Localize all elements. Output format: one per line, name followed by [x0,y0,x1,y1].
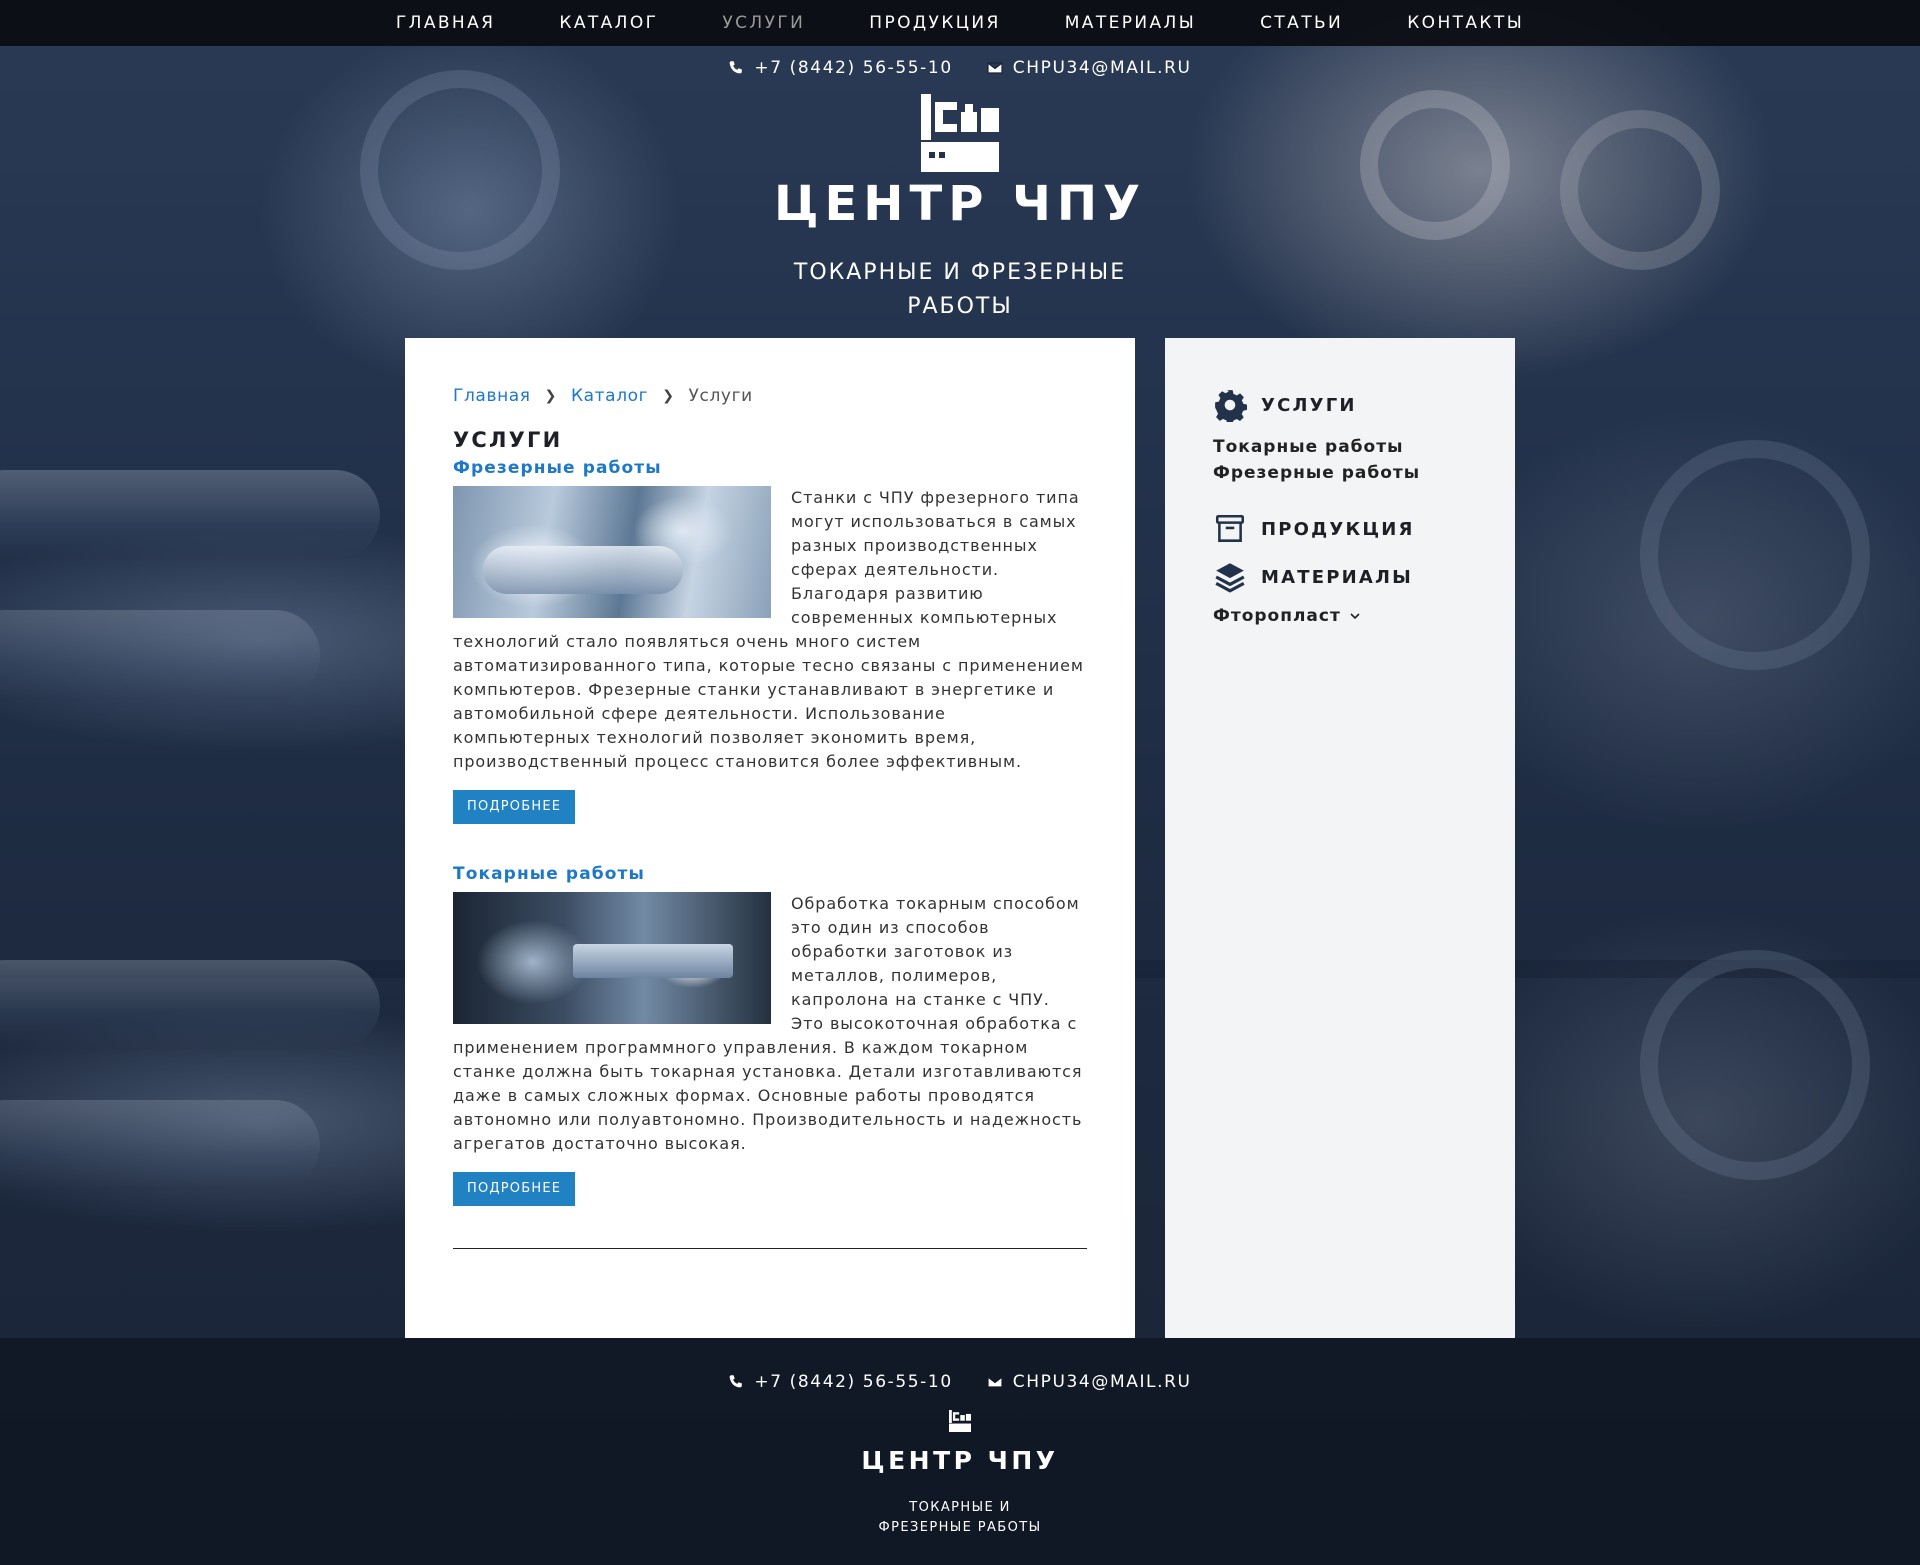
envelope-icon [987,1376,1003,1388]
gear-icon [1215,390,1247,422]
footer-email[interactable]: CHPU34@MAIL.RU [987,1372,1192,1392]
cnc-logo-icon[interactable] [949,1410,971,1432]
footer-phone-text: +7 (8442) 56-55-10 [754,1372,953,1392]
nav-item-materials[interactable]: МАТЕРИАЛЫ [1033,13,1228,33]
breadcrumb-current: Услуги [688,386,753,406]
phone-icon [729,61,743,74]
nav-item-services[interactable]: УСЛУГИ [690,13,837,33]
service-image-turning[interactable] [453,892,771,1024]
service-body: Обработка токарным способом это один из … [453,892,1087,1156]
more-button-milling[interactable]: ПОДРОБНЕЕ [453,790,576,824]
header-phone[interactable]: +7 (8442) 56-55-10 [728,58,952,78]
nav-item-contacts[interactable]: КОНТАКТЫ [1375,13,1556,33]
sidebar-heading-services[interactable]: УСЛУГИ [1213,388,1515,422]
nav-item-catalog[interactable]: КАТАЛОГ [527,13,690,33]
sidebar-heading-products[interactable]: ПРОДУКЦИЯ [1213,512,1515,546]
page-title: УСЛУГИ [453,428,563,452]
sidebar-link-turning[interactable]: Токарные работы [1213,434,1515,460]
service-card-milling: Фрезерные работы Станки с ЧПУ фрезерного… [453,458,1087,824]
breadcrumb-catalog[interactable]: Каталог [571,386,648,406]
service-title-milling[interactable]: Фрезерные работы [453,458,1087,478]
footer-title: ЦЕНТР ЧПУ [861,1446,1059,1475]
sidebar-heading-materials[interactable]: МАТЕРИАЛЫ [1213,560,1515,594]
breadcrumb: Главная ❯ Каталог ❯ Услуги [453,386,1087,406]
sidebar-materials-dropdown[interactable]: Фторопласт [1213,606,1515,626]
sidebar-services-list: Токарные работы Фрезерные работы [1213,434,1515,486]
sidebar-heading-products-label: ПРОДУКЦИЯ [1261,518,1415,540]
site-title: ЦЕНТР ЧПУ [773,176,1147,232]
layers-icon [1215,563,1245,593]
content-divider [453,1248,1087,1249]
service-card-turning: Токарные работы Обработка токарным спосо… [453,864,1087,1206]
service-body: Станки с ЧПУ фрезерного типа могут испол… [453,486,1087,774]
header-contacts: +7 (8442) 56-55-10 CHPU34@MAIL.RU [0,58,1920,78]
breadcrumb-home[interactable]: Главная [453,386,531,406]
main-content: Главная ❯ Каталог ❯ Услуги УСЛУГИ Фрезер… [405,338,1135,1338]
site-subtitle: ТОКАРНЫЕ И ФРЕЗЕРНЫЕ РАБОТЫ [793,260,1127,319]
footer-contacts: +7 (8442) 56-55-10 CHPU34@MAIL.RU [0,1372,1920,1392]
chevron-right-icon: ❯ [544,388,557,404]
header-email[interactable]: CHPU34@MAIL.RU [987,58,1192,78]
main-nav: ГЛАВНАЯ КАТАЛОГ УСЛУГИ ПРОДУКЦИЯ МАТЕРИА… [0,0,1920,46]
sidebar-link-milling[interactable]: Фрезерные работы [1213,460,1515,486]
phone-icon [729,1375,743,1388]
footer: +7 (8442) 56-55-10 CHPU34@MAIL.RU ЦЕНТР … [0,1338,1920,1565]
nav-item-articles[interactable]: СТАТЬИ [1228,13,1375,33]
chevron-right-icon: ❯ [662,388,675,404]
nav-item-home[interactable]: ГЛАВНАЯ [364,13,527,33]
footer-email-text: CHPU34@MAIL.RU [1012,1372,1192,1392]
header-email-text: CHPU34@MAIL.RU [1012,58,1192,78]
header-phone-text: +7 (8442) 56-55-10 [754,58,953,78]
nav-item-products[interactable]: ПРОДУКЦИЯ [837,13,1032,33]
footer-phone[interactable]: +7 (8442) 56-55-10 [728,1372,952,1392]
more-button-turning[interactable]: ПОДРОБНЕЕ [453,1172,576,1206]
cnc-logo-icon[interactable] [921,94,999,172]
sidebar: УСЛУГИ Токарные работы Фрезерные работы … [1165,338,1515,1338]
archive-box-icon [1215,514,1245,542]
footer-subtitle: ТОКАРНЫЕ И ФРЕЗЕРНЫЕ РАБОТЫ [878,1500,1042,1535]
service-image-milling[interactable] [453,486,771,618]
sidebar-heading-materials-label: МАТЕРИАЛЫ [1261,566,1414,588]
sidebar-heading-services-label: УСЛУГИ [1261,394,1357,416]
sidebar-dropdown-label: Фторопласт [1213,606,1341,626]
chevron-down-icon [1350,613,1360,620]
service-title-turning[interactable]: Токарные работы [453,864,1087,884]
envelope-icon [987,62,1003,74]
